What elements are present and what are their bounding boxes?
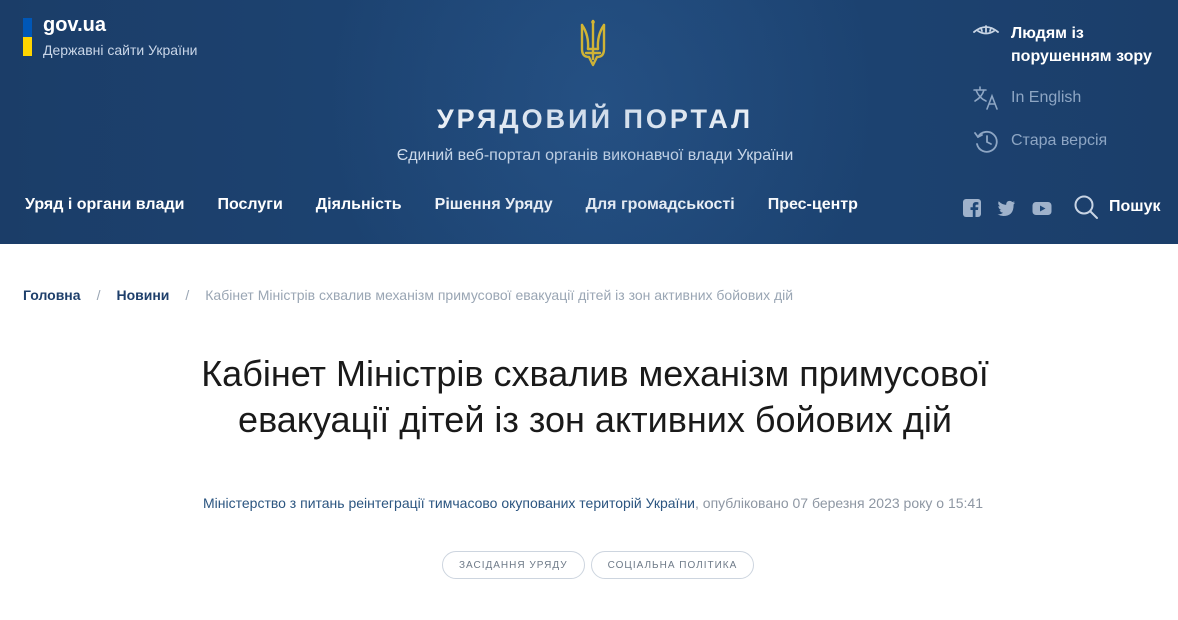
- breadcrumb: Головна / Новини / Кабінет Міністрів схв…: [23, 287, 793, 303]
- search-icon: [1074, 195, 1098, 219]
- govua-subtitle: Державні сайти України: [43, 42, 198, 58]
- ukraine-flag-icon: [23, 18, 32, 56]
- breadcrumb-separator: /: [185, 287, 190, 303]
- govua-domain[interactable]: gov.ua: [43, 14, 198, 36]
- translate-icon: [973, 86, 998, 110]
- twitter-icon: [997, 200, 1015, 216]
- tag-social-policy[interactable]: СОЦІАЛЬНА ПОЛІТИКА: [590, 551, 755, 579]
- breadcrumb-news[interactable]: Новини: [116, 287, 169, 303]
- tag-government-meeting[interactable]: ЗАСІДАННЯ УРЯДУ: [442, 551, 585, 579]
- nav-item-press-center[interactable]: Прес-центр: [768, 196, 858, 214]
- article-source[interactable]: Міністерство з питань реінтеграції тимча…: [203, 495, 695, 511]
- search-label: Пошук: [1109, 198, 1161, 215]
- eye-icon: [973, 25, 999, 35]
- accessibility-label-line2: порушенням зору: [1011, 48, 1152, 65]
- nav-item-services[interactable]: Послуги: [217, 196, 282, 214]
- history-icon: [974, 130, 998, 153]
- accessibility-label-line1: Людям із: [1011, 25, 1084, 42]
- english-label: In English: [1011, 89, 1082, 106]
- facebook-icon: [963, 199, 981, 217]
- facebook-link[interactable]: [962, 195, 982, 221]
- article-published: , опубліковано 07 березня 2023 року о 15…: [695, 495, 983, 511]
- article-title: Кабінет Міністрів схвалив механізм приму…: [201, 353, 989, 440]
- main-nav: Уряд і органи влади Послуги Діяльність Р…: [25, 196, 891, 214]
- nav-item-activity[interactable]: Діяльність: [316, 196, 402, 214]
- old-version-label: Стара версія: [1011, 132, 1108, 149]
- article-tags: ЗАСІДАННЯ УРЯДУ СОЦІАЛЬНА ПОЛІТИКА: [442, 551, 760, 579]
- nav-item-public[interactable]: Для громадськості: [586, 196, 735, 214]
- breadcrumb-current: Кабінет Міністрів схвалив механізм приму…: [205, 287, 794, 303]
- youtube-link[interactable]: [1032, 195, 1052, 221]
- article-meta: Міністерство з питань реінтеграції тимча…: [200, 494, 986, 513]
- nav-item-government[interactable]: Уряд і органи влади: [25, 196, 184, 214]
- breadcrumb-separator: /: [96, 287, 101, 303]
- accessibility-link[interactable]: Людям із порушенням зору: [972, 22, 1152, 68]
- twitter-link[interactable]: [996, 195, 1016, 221]
- breadcrumb-home[interactable]: Головна: [23, 287, 81, 303]
- old-version-link[interactable]: Стара версія: [972, 129, 1107, 153]
- trident-icon[interactable]: [577, 19, 609, 67]
- nav-item-decisions[interactable]: Рішення Уряду: [435, 196, 553, 214]
- youtube-icon: [1032, 202, 1052, 215]
- english-version-link[interactable]: In English: [972, 86, 1081, 110]
- search-button[interactable]: Пошук: [1073, 194, 1161, 220]
- govua-brand[interactable]: gov.ua Державні сайти України: [23, 14, 198, 58]
- site-header: gov.ua Державні сайти України УРЯДОВИЙ П…: [0, 0, 1178, 244]
